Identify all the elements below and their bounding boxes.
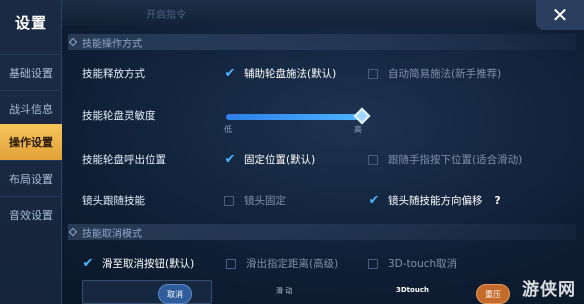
checkbox-checked-icon: ✔ <box>224 152 236 167</box>
camera-option-fixed[interactable]: 镜头固定 <box>224 193 286 208</box>
option-text: 辅助轮盘施法(默认) <box>244 68 337 80</box>
cancel-option-3dtouch[interactable]: 3D-touch取消 <box>368 256 457 271</box>
checkbox-checked-icon: ✔ <box>224 66 236 81</box>
close-button[interactable]: ✕ <box>536 0 584 30</box>
wheel-position-option-follow[interactable]: 跟随手指按下位置(适合滑动) <box>368 152 522 167</box>
option-text: 镜头随技能方向偏移 <box>388 195 483 207</box>
preview-3dtouch-text: 3Dtouch <box>396 286 429 294</box>
camera-option-offset[interactable]: ✔ 镜头随技能方向偏移 ? <box>368 193 501 208</box>
checkbox-empty-icon <box>368 154 378 165</box>
preview-cancel-button <box>82 280 212 304</box>
sidebar-item-layout[interactable]: 布局设置 <box>0 160 62 196</box>
slider-high-label: 高 <box>354 125 362 134</box>
sidebar-item-battle-info[interactable]: 战斗信息 <box>0 90 62 126</box>
preview-slide-text: 滑 动 <box>276 287 293 295</box>
option-text: 滑出指定距离(高级) <box>246 258 339 270</box>
settings-panel: 技能操作方式 技能释放方式 ✔ 辅助轮盘施法(默认) 自动简易施法(新手推荐) … <box>62 28 584 304</box>
cast-mode-option-wheel[interactable]: ✔ 辅助轮盘施法(默认) <box>224 66 337 81</box>
header-faint-text: 开启指令 <box>146 10 186 21</box>
cast-mode-label: 技能释放方式 <box>82 68 145 80</box>
option-text: 跟随手指按下位置(适合滑动) <box>388 154 523 166</box>
option-text: 固定位置(默认) <box>244 154 316 166</box>
cast-mode-option-auto[interactable]: 自动简易施法(新手推荐) <box>368 66 501 81</box>
option-text: 3D-touch取消 <box>388 258 458 270</box>
help-icon[interactable]: ? <box>495 195 501 207</box>
section-diamond-icon <box>68 37 78 47</box>
watermark-logo: 游侠网 <box>522 280 576 300</box>
preview-press-pill: 重压 <box>476 284 510 304</box>
cancel-option-button[interactable]: ✔ 滑至取消按钮(默认) <box>82 256 195 271</box>
checkbox-empty-icon <box>226 258 236 269</box>
slider-low-label: 低 <box>224 125 232 134</box>
section-skill-cancel: 技能取消模式 <box>68 224 576 240</box>
sensitivity-label: 技能轮盘灵敏度 <box>82 110 156 122</box>
option-text: 滑至取消按钮(默认) <box>102 258 195 270</box>
section-title: 技能取消模式 <box>82 228 142 240</box>
settings-title: 设置 <box>14 13 47 32</box>
option-text: 镜头固定 <box>244 195 286 207</box>
checkbox-empty-icon <box>224 195 234 206</box>
section-skill-operation: 技能操作方式 <box>68 34 576 50</box>
checkbox-empty-icon <box>368 68 378 79</box>
sidebar-item-basic[interactable]: 基础设置 <box>0 54 62 90</box>
sidebar-item-controls[interactable]: 操作设置 <box>0 124 62 160</box>
camera-follow-label: 镜头跟随技能 <box>82 195 145 207</box>
option-text: 自动简易施法(新手推荐) <box>388 68 502 80</box>
sidebar: 设置 基础设置 战斗信息 操作设置 布局设置 音效设置 <box>0 0 62 304</box>
checkbox-checked-icon: ✔ <box>368 193 380 208</box>
section-title: 技能操作方式 <box>82 38 142 50</box>
close-icon: ✕ <box>551 3 569 27</box>
sensitivity-slider[interactable] <box>226 107 371 125</box>
wheel-position-label: 技能轮盘呼出位置 <box>82 154 166 166</box>
checkbox-checked-icon: ✔ <box>82 256 94 271</box>
preview-cancel-pill: 取消 <box>158 284 192 304</box>
section-diamond-icon <box>68 227 78 237</box>
sidebar-item-sound[interactable]: 音效设置 <box>0 196 62 232</box>
slider-fill <box>226 114 362 120</box>
wheel-position-option-fixed[interactable]: ✔ 固定位置(默认) <box>224 152 316 167</box>
slider-handle[interactable] <box>353 107 371 125</box>
cancel-option-distance[interactable]: 滑出指定距离(高级) <box>226 256 338 271</box>
header-bar: 开启指令 <box>62 0 584 26</box>
settings-screen: 设置 基础设置 战斗信息 操作设置 布局设置 音效设置 开启指令 ✕ 技能操作方… <box>0 0 584 304</box>
checkbox-empty-icon <box>368 258 378 269</box>
